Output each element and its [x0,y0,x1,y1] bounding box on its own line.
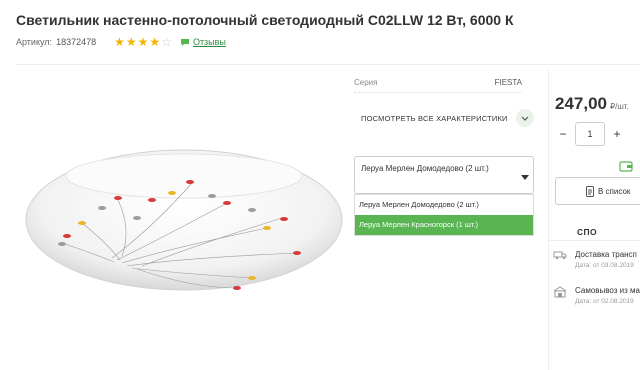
product-meta: Артикул: 18372478 ★ ★ ★ ★ ☆ Отзывы [16,35,226,49]
store-option[interactable]: Леруа Мерлен Домодедово (2 шт.) [355,195,533,215]
pickup-option[interactable]: Самовывоз из ма Дата: от 02.08.2019 [553,286,640,305]
article-value: 18372478 [56,37,97,47]
price-value: 247,00 [555,94,607,113]
increase-button[interactable]: + [609,127,625,141]
price-unit: ₽/шт. [610,102,629,111]
star-filled-icon: ★ [125,35,137,49]
delivery-option[interactable]: Доставка трансп Дата: от 03.08.2019 [553,250,637,269]
all-specs-label: ПОСМОТРЕТЬ ВСЕ ХАРАКТЕРИСТИКИ [361,113,508,123]
store-select-value: Леруа Мерлен Домодедово (2 шт.) [361,164,489,173]
add-to-list-label: В список [598,186,631,196]
delivery-date: Дата: от 03.08.2019 [575,262,634,269]
series-label: Серия [354,78,378,87]
delivery-divider [548,240,640,241]
price: 247,00 ₽/шт. [555,94,629,114]
dropdown-arrow-icon [521,175,529,180]
add-to-list-button[interactable]: В список [555,177,640,205]
rating-stars[interactable]: ★ ★ ★ ★ ☆ [114,36,172,48]
delivery-title: Доставка трансп [575,250,637,259]
star-filled-icon: ★ [149,35,161,49]
pickup-date: Дата: от 02.08.2019 [575,298,634,305]
chevron-down-icon [515,109,534,127]
quantity-input[interactable]: 1 [575,122,605,146]
star-empty-icon: ☆ [161,35,172,49]
store-options-list: Леруа Мерлен Домодедово (2 шт.) Леруа Ме… [354,194,534,236]
star-filled-icon: ★ [114,35,125,49]
product-title: Светильник настенно-потолочный светодиод… [16,12,514,28]
series-row: Серия FIESTA [354,78,522,87]
store-select[interactable]: Леруа Мерлен Домодедово (2 шт.) [354,156,534,194]
wallet-icon[interactable] [619,160,633,172]
article-label: Артикул: [16,37,53,47]
reviews-label: Отзывы [192,37,226,47]
decrease-button[interactable]: − [555,127,571,141]
quantity-stepper: − 1 + [555,122,625,146]
series-value: FIESTA [494,78,522,87]
store-icon [553,286,567,298]
pickup-title: Самовывоз из ма [575,286,640,295]
buy-panel [548,70,640,370]
comment-icon [180,38,189,46]
list-icon [586,186,594,197]
store-option[interactable]: Леруа Мерлен Красногорск (1 шт.) [355,215,533,235]
product-image[interactable] [22,148,347,308]
header-divider [16,64,640,65]
reviews-link[interactable]: Отзывы [180,37,226,47]
all-specs-button[interactable]: ПОСМОТРЕТЬ ВСЕ ХАРАКТЕРИСТИКИ [361,109,534,127]
series-divider [354,92,522,93]
star-filled-icon: ★ [137,35,149,49]
delivery-heading: СПО [577,227,598,237]
truck-icon [553,251,567,260]
